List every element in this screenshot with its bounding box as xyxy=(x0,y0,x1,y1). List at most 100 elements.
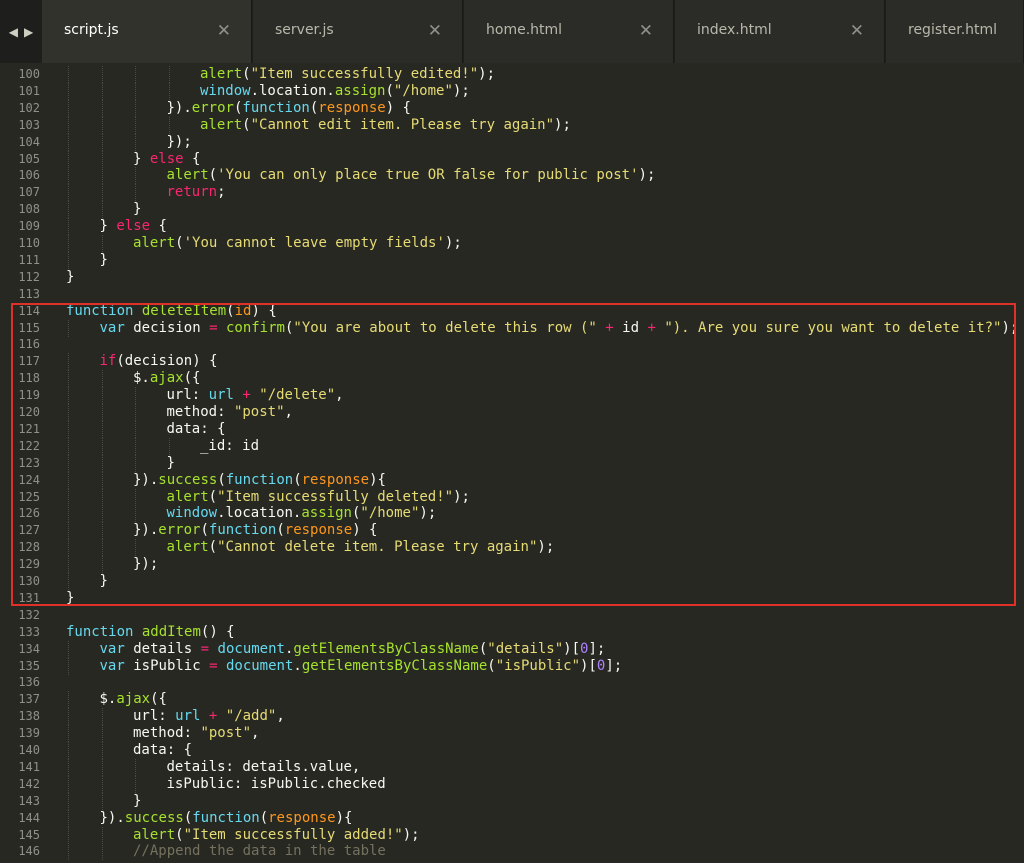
code-line[interactable]: 103 alert("Cannot edit item. Please try a… xyxy=(0,116,1024,134)
code-token: ( xyxy=(208,539,218,556)
code-token: ( xyxy=(259,809,269,826)
code-line[interactable]: 140 data: { xyxy=(0,742,1024,759)
code-token: } xyxy=(133,792,142,809)
code-line[interactable]: 102}).error(function(response) { xyxy=(0,99,1024,117)
code-line[interactable]: 127}).error(function(response) { xyxy=(0,522,1024,540)
code-token: { xyxy=(183,150,201,167)
code-line[interactable]: 143} xyxy=(0,792,1024,810)
code-token: details: details.value, xyxy=(166,758,361,775)
code-line[interactable]: 132 xyxy=(0,607,1024,624)
close-icon[interactable]: ✕ xyxy=(850,22,864,40)
code-line[interactable]: 123} xyxy=(0,454,1024,472)
indent-guide xyxy=(168,66,170,83)
code-line[interactable]: 138 url: url + "/add", xyxy=(0,708,1024,726)
code-token: document xyxy=(217,640,285,657)
code-line[interactable]: 146 //Append the data in the table xyxy=(0,843,1024,861)
line-number: 140 xyxy=(18,743,40,757)
code-line[interactable]: 142 isPublic: isPublic.checked xyxy=(0,775,1024,793)
code-line[interactable]: 118 $.ajax({ xyxy=(0,370,1024,388)
code-token: function xyxy=(66,302,134,319)
code-token: , xyxy=(335,387,344,404)
code-line[interactable]: 121 data: { xyxy=(0,420,1024,438)
code-token: alert xyxy=(133,826,176,843)
indent-guide xyxy=(101,437,103,455)
tab-register-html[interactable]: register.html xyxy=(886,0,1024,63)
code-line[interactable]: 115 var decision = confirm("You are about… xyxy=(0,319,1024,337)
line-number: 112 xyxy=(18,269,40,284)
code-token: method: xyxy=(166,404,234,420)
code-text: }).success(function(response){ xyxy=(133,472,386,489)
code-line[interactable]: 117 if(decision) { xyxy=(0,353,1024,371)
code-line[interactable]: 129}); xyxy=(0,556,1024,574)
code-line[interactable]: 130} xyxy=(0,573,1024,590)
code-token: 'You can only place true OR false for pu… xyxy=(217,167,639,184)
code-line[interactable]: 113 xyxy=(0,286,1024,303)
code-line[interactable]: 141 details: details.value, xyxy=(0,758,1024,776)
code-line[interactable]: 133 function addItem() { xyxy=(0,624,1024,641)
indent-guide xyxy=(68,471,69,489)
nav-forward-icon[interactable]: ▶ xyxy=(24,25,33,39)
code-line[interactable]: 107 return; xyxy=(0,184,1024,202)
code-line[interactable]: 135 var isPublic = document.getElementsBy… xyxy=(0,657,1024,675)
code-line[interactable]: 144}).success(function(response){ xyxy=(0,809,1024,827)
code-line[interactable]: 124}).success(function(response){ xyxy=(0,471,1024,489)
code-line[interactable]: 101 window.location.assign("/home"); xyxy=(0,82,1024,100)
code-token: id xyxy=(613,319,648,336)
code-token: "/add" xyxy=(225,708,277,725)
code-line[interactable]: 110 alert('You cannot leave empty fields'… xyxy=(0,235,1024,252)
code-line[interactable]: 139 method: "post", xyxy=(0,725,1024,743)
code-line[interactable]: 119 url: url + "/delete", xyxy=(0,387,1024,405)
close-icon[interactable]: ✕ xyxy=(428,22,442,40)
code-line[interactable]: 108} xyxy=(0,201,1024,219)
code-line[interactable]: 145 alert("Item successfully added!"); xyxy=(0,826,1024,844)
code-line[interactable]: 126 window.location.assign("/home"); xyxy=(0,505,1024,523)
indent-guide xyxy=(168,82,170,100)
code-line[interactable]: 122 _id: id xyxy=(0,437,1024,455)
indent-guide xyxy=(68,742,69,759)
indent-guide xyxy=(101,792,103,810)
tab-script-js[interactable]: script.js ✕ xyxy=(42,0,252,63)
code-token: ({ xyxy=(150,691,167,708)
code-token: )[ xyxy=(563,640,580,657)
indent-guide xyxy=(101,539,103,557)
code-token: alert xyxy=(166,167,209,184)
code-editor[interactable]: 100 alert("Item successfully edited!"); 10… xyxy=(0,63,1024,863)
line-number: 117 xyxy=(18,354,40,369)
tab-server-js[interactable]: server.js ✕ xyxy=(253,0,463,63)
code-token: error xyxy=(191,99,234,116)
code-token: id xyxy=(234,302,252,319)
code-line[interactable]: 106 alert('You can only place true OR fal… xyxy=(0,167,1024,185)
close-icon[interactable]: ✕ xyxy=(639,22,653,40)
indent-guide xyxy=(68,420,69,438)
tab-index-html[interactable]: index.html ✕ xyxy=(675,0,885,63)
code-line[interactable]: 128 alert("Cannot delete item. Please try… xyxy=(0,539,1024,557)
code-line[interactable]: 131} xyxy=(0,590,1024,607)
code-line[interactable]: 111} xyxy=(0,251,1024,269)
code-text: $.ajax({ xyxy=(100,691,167,708)
indent-guide xyxy=(168,437,170,455)
line-number: 106 xyxy=(18,168,40,183)
code-line[interactable]: 125 alert("Item successfully deleted!"); xyxy=(0,488,1024,506)
tab-home-html[interactable]: home.html ✕ xyxy=(464,0,674,63)
code-text: $.ajax({ xyxy=(133,370,200,387)
code-line[interactable]: 116 xyxy=(0,336,1024,353)
indent-guide xyxy=(68,167,69,185)
code-token: "/home" xyxy=(393,82,453,99)
indent-guide xyxy=(68,573,69,590)
code-line[interactable]: 109} else { xyxy=(0,218,1024,236)
code-line[interactable]: 112} xyxy=(0,269,1024,286)
indent-guide xyxy=(68,488,69,506)
code-text: if(decision) { xyxy=(100,353,218,370)
code-line[interactable]: 100 alert("Item successfully edited!"); xyxy=(0,66,1024,83)
code-line[interactable]: 137 $.ajax({ xyxy=(0,691,1024,709)
code-line[interactable]: 114 function deleteItem(id) { xyxy=(0,303,1024,320)
code-line[interactable]: 120 method: "post", xyxy=(0,404,1024,421)
code-line[interactable]: 134 var details = document.getElementsByC… xyxy=(0,640,1024,658)
code-line[interactable]: 105} else { xyxy=(0,150,1024,168)
code-text: window.location.assign("/home"); xyxy=(200,83,470,100)
code-line[interactable]: 136 xyxy=(0,674,1024,691)
code-text: var decision = confirm("You are about to… xyxy=(100,320,1019,337)
close-icon[interactable]: ✕ xyxy=(217,22,231,40)
nav-back-icon[interactable]: ◀ xyxy=(9,25,18,39)
code-line[interactable]: 104}); xyxy=(0,133,1024,151)
